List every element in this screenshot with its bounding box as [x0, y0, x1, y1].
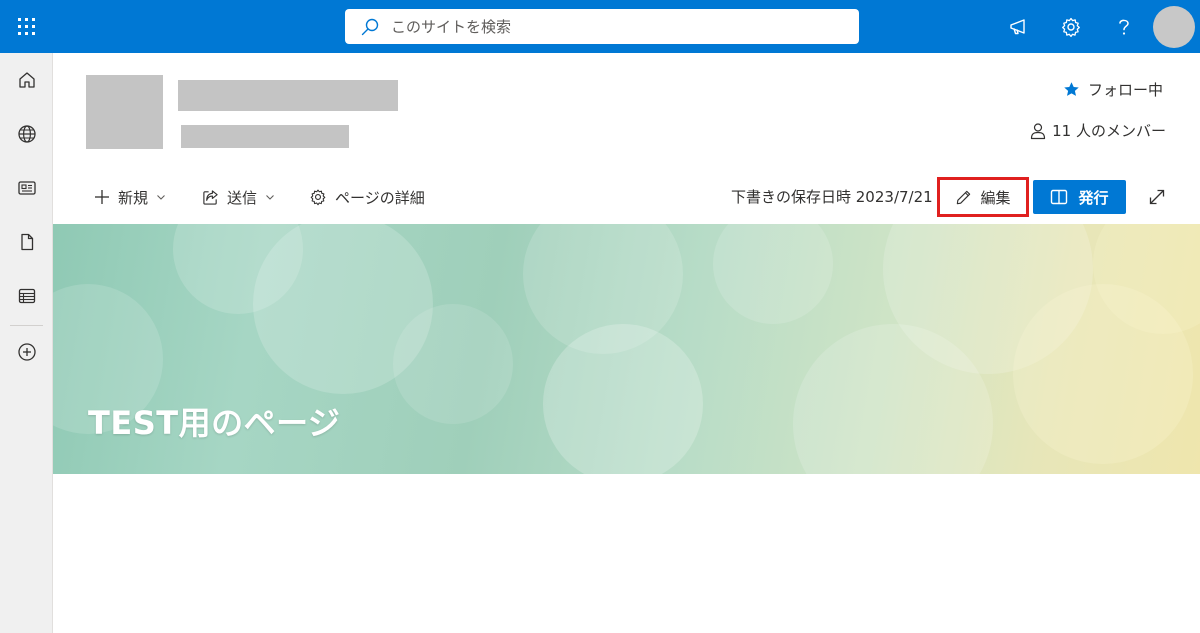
announcements-button[interactable] — [995, 0, 1043, 53]
new-button[interactable]: 新規 — [94, 180, 166, 214]
star-icon — [1064, 82, 1079, 96]
rail-create[interactable] — [0, 328, 53, 376]
gear-icon — [1062, 17, 1080, 37]
bokeh-decoration — [543, 324, 703, 474]
pencil-icon — [957, 190, 971, 204]
globe-icon — [17, 125, 36, 143]
avatar[interactable] — [1153, 6, 1195, 48]
publish-button[interactable]: 発行 — [1033, 180, 1126, 214]
home-icon — [18, 72, 35, 88]
share-icon — [203, 189, 218, 205]
members-button[interactable]: 11 人のメンバー — [1030, 120, 1166, 141]
site-subtitle-redacted — [181, 125, 349, 148]
rail-sites[interactable] — [0, 110, 53, 158]
site-logo[interactable] — [86, 75, 163, 149]
rail-news[interactable] — [0, 164, 53, 212]
edit-label: 編集 — [980, 188, 1011, 207]
book-icon — [1051, 189, 1068, 205]
rail-lists[interactable] — [0, 272, 53, 320]
app-bar — [0, 53, 53, 633]
members-label: 11 人のメンバー — [1052, 122, 1166, 140]
send-label: 送信 — [227, 188, 258, 207]
title-banner[interactable]: TEST用のページ — [53, 224, 1200, 474]
draft-saved-status: 下書きの保存日時 2023/7/21 — [731, 188, 933, 206]
search-icon — [361, 18, 379, 35]
rail-files[interactable] — [0, 218, 53, 266]
page-title[interactable]: TEST用のページ — [88, 398, 340, 444]
publish-label: 発行 — [1078, 188, 1109, 207]
follow-label: フォロー中 — [1087, 81, 1163, 99]
megaphone-icon — [1010, 18, 1025, 34]
rail-home[interactable] — [0, 56, 53, 104]
plus-icon — [95, 190, 109, 204]
expand-icon — [1149, 189, 1165, 205]
edit-button[interactable]: 編集 — [937, 177, 1029, 217]
news-icon — [17, 181, 36, 195]
add-circle-icon — [17, 343, 36, 361]
rail-divider — [10, 325, 43, 326]
chevron-down-icon — [157, 195, 165, 200]
bokeh-decoration — [713, 224, 833, 324]
search-box[interactable]: このサイトを検索 — [345, 9, 859, 44]
app-launcher-button[interactable] — [0, 0, 53, 53]
page-details-label: ページの詳細 — [335, 188, 425, 207]
settings-button[interactable] — [1047, 0, 1095, 53]
list-icon — [18, 288, 35, 304]
person-icon — [1031, 122, 1046, 139]
search-input[interactable]: このサイトを検索 — [391, 16, 511, 37]
expand-button[interactable] — [1140, 180, 1174, 214]
suite-bar: このサイトを検索 — [0, 0, 1200, 53]
follow-button[interactable]: フォロー中 — [1063, 79, 1163, 100]
send-button[interactable]: 送信 — [202, 180, 275, 214]
help-button[interactable] — [1100, 0, 1148, 53]
gear-icon — [310, 189, 326, 206]
new-label: 新規 — [118, 188, 149, 207]
chevron-down-icon — [266, 195, 274, 200]
site-title-redacted[interactable] — [178, 80, 398, 111]
app-launcher-icon — [18, 18, 35, 35]
bokeh-decoration — [393, 304, 513, 424]
help-icon — [1119, 19, 1129, 35]
file-icon — [20, 233, 33, 251]
page-details-button[interactable]: ページの詳細 — [309, 180, 425, 214]
